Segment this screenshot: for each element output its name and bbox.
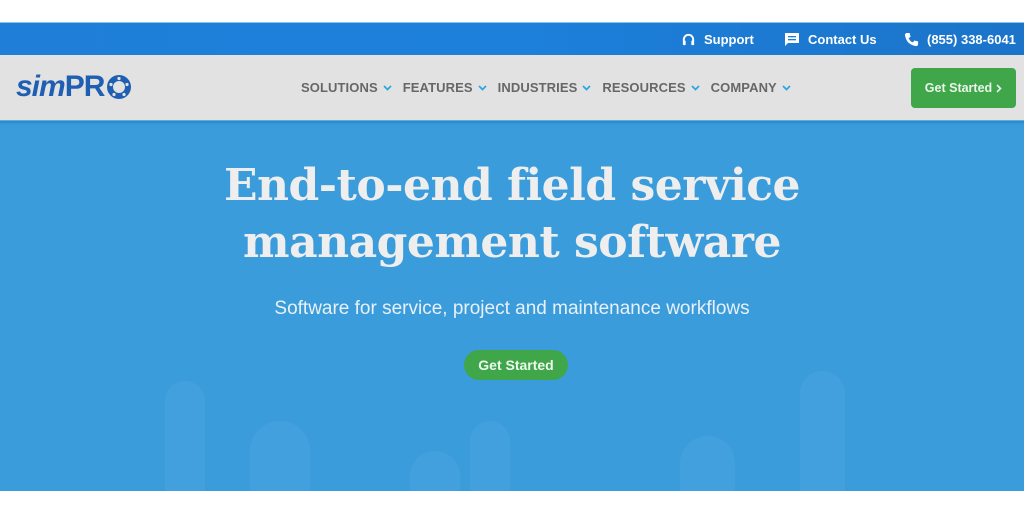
chevron-down-icon: [782, 84, 791, 91]
background-figure: [410, 451, 460, 491]
phone-link[interactable]: (855) 338-6041: [904, 23, 1016, 56]
header-get-started-button[interactable]: Get Started: [911, 68, 1016, 108]
logo-text-pro: PR: [64, 70, 106, 103]
chevron-down-icon: [582, 84, 592, 91]
headset-icon: [682, 33, 695, 46]
main-navigation: sim PR SOLUTIONS FEATURES INDUSTRIES RESO…: [0, 55, 1024, 120]
hero-title-line-2: management software: [243, 217, 781, 268]
background-figure: [470, 421, 510, 491]
nav-label: SOLUTIONS: [301, 80, 378, 95]
contact-us-label: Contact Us: [808, 32, 877, 47]
nav-label: RESOURCES: [602, 80, 686, 95]
nav-menu: SOLUTIONS FEATURES INDUSTRIES RESOURCES …: [301, 55, 802, 120]
background-figure: [165, 381, 205, 491]
nav-item-resources[interactable]: RESOURCES: [602, 80, 700, 95]
background-figure: [800, 371, 845, 491]
background-figure: [250, 421, 310, 491]
hero-top-shadow: [0, 121, 1024, 125]
chevron-down-icon: [691, 84, 700, 91]
nav-item-features[interactable]: FEATURES: [403, 80, 487, 95]
support-link[interactable]: Support: [681, 23, 754, 56]
hero-get-started-button[interactable]: Get Started: [464, 350, 568, 380]
header-cta-label: Get Started: [924, 81, 993, 95]
gear-o-icon: [107, 75, 132, 99]
chevron-right-icon: [996, 83, 1002, 93]
background-figure: [680, 436, 735, 491]
contact-us-link[interactable]: Contact Us: [784, 23, 877, 56]
nav-label: COMPANY: [710, 80, 777, 95]
top-whitespace: [0, 0, 1024, 22]
hero-subtitle: Software for service, project and mainte…: [274, 298, 750, 319]
phone-icon: [904, 32, 919, 47]
hero-title: End-to-end field service management soft…: [0, 157, 1024, 271]
below-hero-area: [0, 491, 1024, 512]
hero-title-line-1: End-to-end field service: [223, 160, 801, 211]
chat-icon: [785, 33, 799, 46]
logo-text-sim: sim: [16, 70, 66, 103]
phone-number: (855) 338-6041: [927, 32, 1016, 47]
utility-bar: Support Contact Us (855) 338-6041: [0, 22, 1024, 55]
hero-section: End-to-end field service management soft…: [0, 120, 1024, 491]
nav-item-industries[interactable]: INDUSTRIES: [498, 80, 592, 95]
simpro-logo[interactable]: sim PR: [16, 69, 133, 105]
chevron-down-icon: [478, 84, 487, 91]
nav-item-company[interactable]: COMPANY: [711, 80, 791, 95]
chevron-down-icon: [383, 84, 392, 91]
hero-cta-label: Get Started: [478, 357, 554, 373]
support-label: Support: [704, 32, 754, 47]
nav-item-solutions[interactable]: SOLUTIONS: [301, 80, 392, 95]
nav-label: FEATURES: [402, 80, 473, 95]
nav-label: INDUSTRIES: [497, 80, 578, 95]
